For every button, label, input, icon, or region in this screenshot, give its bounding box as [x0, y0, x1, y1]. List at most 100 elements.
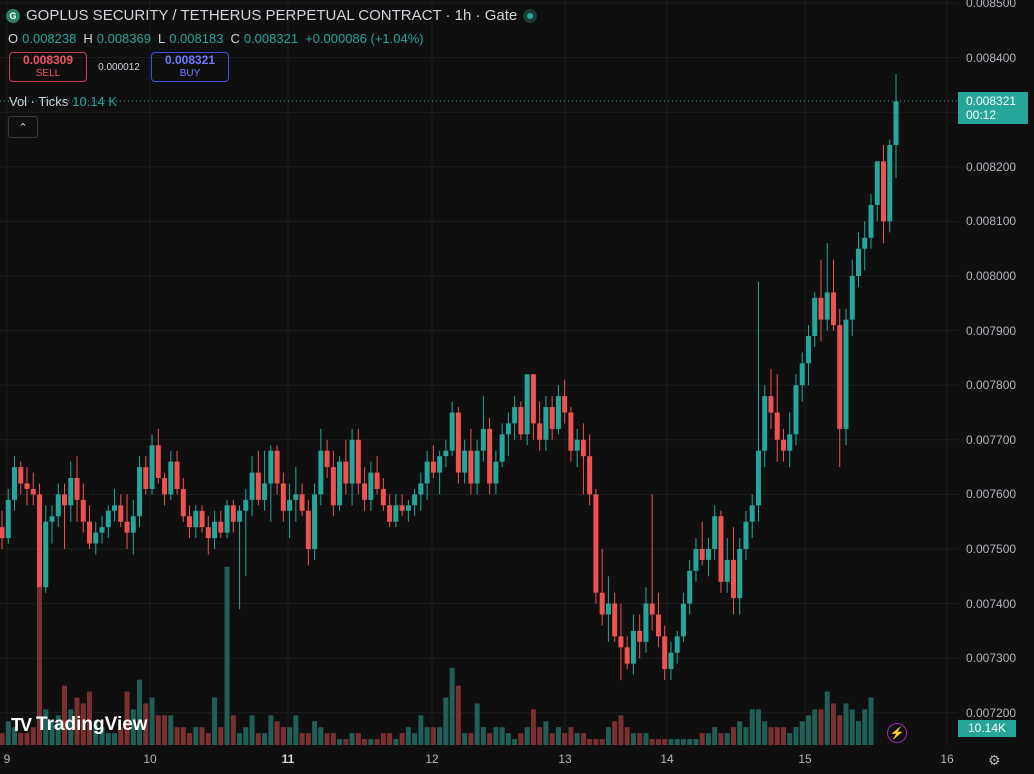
candle-body: [868, 205, 874, 238]
candle-body: [537, 423, 543, 440]
candle-body: [349, 439, 355, 484]
candle-body: [374, 472, 380, 489]
candle-body: [55, 494, 61, 517]
volume-bar: [687, 739, 693, 745]
time-tick-label: 14: [660, 752, 674, 766]
collapse-legend-button[interactable]: ⌃: [8, 116, 38, 138]
volume-bar: [824, 691, 830, 745]
volume-bar: [405, 727, 411, 745]
volume-bar: [649, 739, 655, 745]
candle-body: [387, 505, 393, 522]
volume-legend[interactable]: Vol · Ticks 10.14 K: [9, 94, 117, 109]
volume-bar: [518, 733, 524, 745]
candle-body: [699, 549, 705, 560]
volume-bar: [399, 733, 405, 745]
volume-bar: [505, 733, 511, 745]
candle-body: [518, 407, 524, 435]
volume-bar: [612, 721, 618, 745]
volume-bar: [362, 739, 368, 745]
candle-body: [262, 483, 268, 500]
volume-bar: [255, 733, 261, 745]
volume-bar: [268, 715, 274, 745]
volume-tag: 10.14K: [958, 720, 1016, 737]
volume-bar: [512, 739, 518, 745]
volume-bar: [543, 721, 549, 745]
candle-body: [293, 494, 299, 500]
volume-bar: [5, 721, 11, 745]
candle-body: [405, 505, 411, 511]
bar-countdown: 00:12: [966, 108, 997, 122]
time-tick-label: 11: [281, 752, 295, 766]
buy-button[interactable]: 0.008321 BUY: [151, 52, 229, 82]
volume-bar: [662, 739, 668, 745]
candle-body: [705, 549, 711, 560]
candle-body: [837, 325, 843, 429]
candle-body: [93, 532, 99, 544]
volume-bar: [380, 733, 386, 745]
volume-bar: [587, 739, 593, 745]
candle-body: [843, 319, 849, 429]
candlestick-chart[interactable]: [0, 0, 1034, 774]
candle-body: [280, 483, 286, 511]
time-tick-label: 16: [940, 752, 954, 766]
ohlc-legend: O 0.008238 H 0.008369 L 0.008183 C 0.008321 …: [8, 31, 427, 46]
volume-bar: [443, 697, 449, 745]
candle-body: [205, 527, 211, 539]
volume-bar: [537, 727, 543, 745]
volume-value: 10.14 K: [72, 94, 118, 109]
price-tick-label: 0.008400: [966, 50, 1017, 65]
volume-bar: [712, 727, 718, 745]
volume-bar: [418, 715, 424, 745]
candle-body: [655, 614, 661, 637]
volume-bar: [212, 697, 218, 745]
spread-value: 0.000012: [98, 61, 140, 73]
candle-body: [149, 445, 155, 489]
candle-body: [112, 505, 118, 511]
chevron-up-icon: ⌃: [18, 121, 28, 134]
volume-bar: [449, 667, 455, 745]
gear-icon[interactable]: ⚙: [988, 752, 1001, 769]
volume-bar: [843, 703, 849, 745]
close-value: 0.008321: [243, 31, 299, 46]
volume-bar: [180, 727, 186, 745]
volume-bar: [668, 739, 674, 745]
flash-icon[interactable]: ⚡: [887, 723, 907, 743]
candle-body: [74, 478, 80, 500]
close-label: C: [230, 31, 240, 46]
symbol-title[interactable]: GOPLUS SECURITY / TETHERUS PERPETUAL CON…: [26, 7, 517, 24]
chart-grid: [0, 0, 958, 745]
volume-bar: [555, 727, 561, 745]
volume-bar: [793, 727, 799, 745]
tradingview-logo[interactable]: TV TradingView: [11, 714, 148, 736]
volume-bar: [280, 727, 286, 745]
volume-bar: [637, 733, 643, 745]
volume-bar: [580, 733, 586, 745]
volume-bar: [174, 727, 180, 745]
open-value: 0.008238: [22, 31, 77, 46]
volume-bar: [837, 715, 843, 745]
candle-body: [324, 450, 330, 468]
candle-body: [312, 494, 318, 549]
candle-body: [474, 450, 480, 484]
candle-body: [124, 521, 130, 533]
candle-body: [487, 428, 493, 484]
low-label: L: [157, 31, 166, 46]
candles: [0, 73, 899, 681]
candle-body: [862, 237, 868, 249]
candle-body: [468, 450, 474, 484]
candle-body: [880, 161, 886, 222]
candle-body: [268, 450, 274, 484]
candle-body: [693, 549, 699, 571]
volume-bar: [593, 739, 599, 745]
candle-body: [499, 434, 505, 462]
time-tick-label: 12: [425, 752, 439, 766]
candle-body: [368, 472, 374, 500]
live-dot-icon: [523, 8, 538, 23]
sell-button[interactable]: 0.008309 SELL: [9, 52, 87, 82]
volume-bar: [680, 739, 686, 745]
candle-body: [118, 505, 124, 522]
candle-body: [643, 603, 649, 642]
candle-body: [355, 439, 361, 484]
gate-coin-icon[interactable]: G: [6, 8, 20, 23]
candle-body: [743, 521, 749, 549]
